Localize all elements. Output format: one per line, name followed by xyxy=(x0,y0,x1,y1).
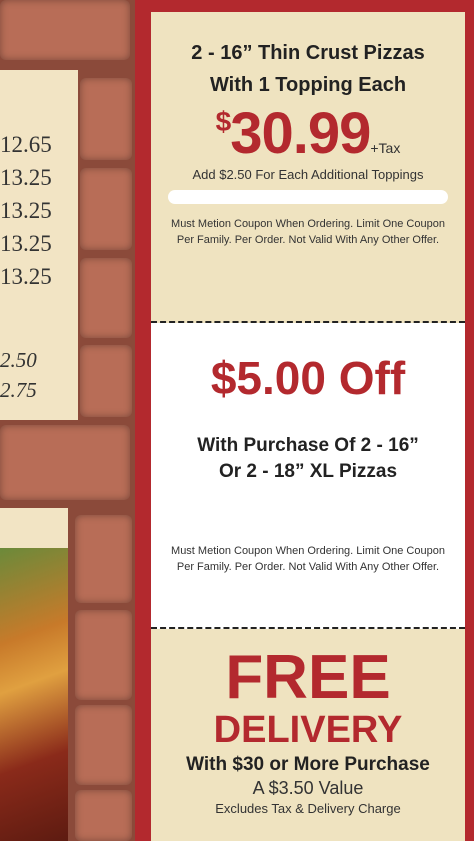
fine-print-2: Per Family. Per Order. Not Valid With An… xyxy=(176,234,440,246)
menu-price: 13.25 xyxy=(0,231,52,256)
fine-print-1: Must Metion Coupon When Ordering. Limit … xyxy=(171,545,445,557)
coupon-line-3: Excludes Tax & Delivery Charge xyxy=(215,801,401,816)
coupon-headline: $5.00 Off xyxy=(210,352,406,404)
brick-wall-background: 12.65 13.25 13.25 13.25 13.25 2.50 2.75 xyxy=(0,0,135,841)
brick xyxy=(80,78,132,160)
brick xyxy=(75,610,132,700)
brick xyxy=(80,345,132,417)
coupon-headline-2: DELIVERY xyxy=(213,709,403,751)
coupon-line-1: With Purchase Of 2 - 16” xyxy=(197,435,419,456)
food-photo-panel xyxy=(0,508,68,841)
coupon-line-1: With $30 or More Purchase xyxy=(186,754,430,775)
menu-price: 13.25 xyxy=(0,264,52,289)
price-value: 30.99 xyxy=(230,101,371,166)
coupon-extra: Add $2.50 For Each Additional Toppings xyxy=(192,167,424,182)
coupon-price: $30.99+Tax xyxy=(151,100,465,167)
coupon-free-delivery[interactable]: FREE DELIVERY With $30 or More Purchase … xyxy=(151,629,465,841)
brick xyxy=(80,168,132,250)
redacted-area xyxy=(151,485,465,543)
coupon-title: 2 - 16” Thin Crust Pizzas xyxy=(191,42,425,64)
menu-price: 2.75 xyxy=(0,378,37,402)
menu-panel: 12.65 13.25 13.25 13.25 13.25 2.50 2.75 xyxy=(0,70,78,420)
brick xyxy=(75,790,132,841)
fine-print-2: Per Family. Per Order. Not Valid With An… xyxy=(176,561,440,573)
menu-price: 12.65 xyxy=(0,132,52,157)
fine-print-1: Must Metion Coupon When Ordering. Limit … xyxy=(171,218,445,230)
coupon-thin-crust[interactable]: 2 - 16” Thin Crust Pizzas With 1 Topping… xyxy=(151,12,465,323)
redacted-area xyxy=(168,190,448,204)
coupon-column: 2 - 16” Thin Crust Pizzas With 1 Topping… xyxy=(135,0,474,841)
menu-price: 13.25 xyxy=(0,165,52,190)
pasta-photo xyxy=(0,548,68,841)
brick xyxy=(0,0,130,60)
coupon-line-2: Or 2 - 18” XL Pizzas xyxy=(218,461,398,482)
price-suffix: +Tax xyxy=(370,140,401,156)
menu-price: 2.50 xyxy=(0,348,37,372)
coupon-headline-1: FREE xyxy=(225,643,391,712)
brick xyxy=(75,705,132,785)
brick xyxy=(75,515,132,603)
menu-price: 13.25 xyxy=(0,198,52,223)
coupon-line-2: A $3.50 Value xyxy=(252,778,364,798)
brick xyxy=(0,425,130,500)
coupon-5-off[interactable]: $5.00 Off With Purchase Of 2 - 16” Or 2 … xyxy=(151,323,465,629)
brick xyxy=(80,258,132,338)
price-symbol: $ xyxy=(215,106,232,137)
coupon-subtitle: With 1 Topping Each xyxy=(209,74,407,96)
